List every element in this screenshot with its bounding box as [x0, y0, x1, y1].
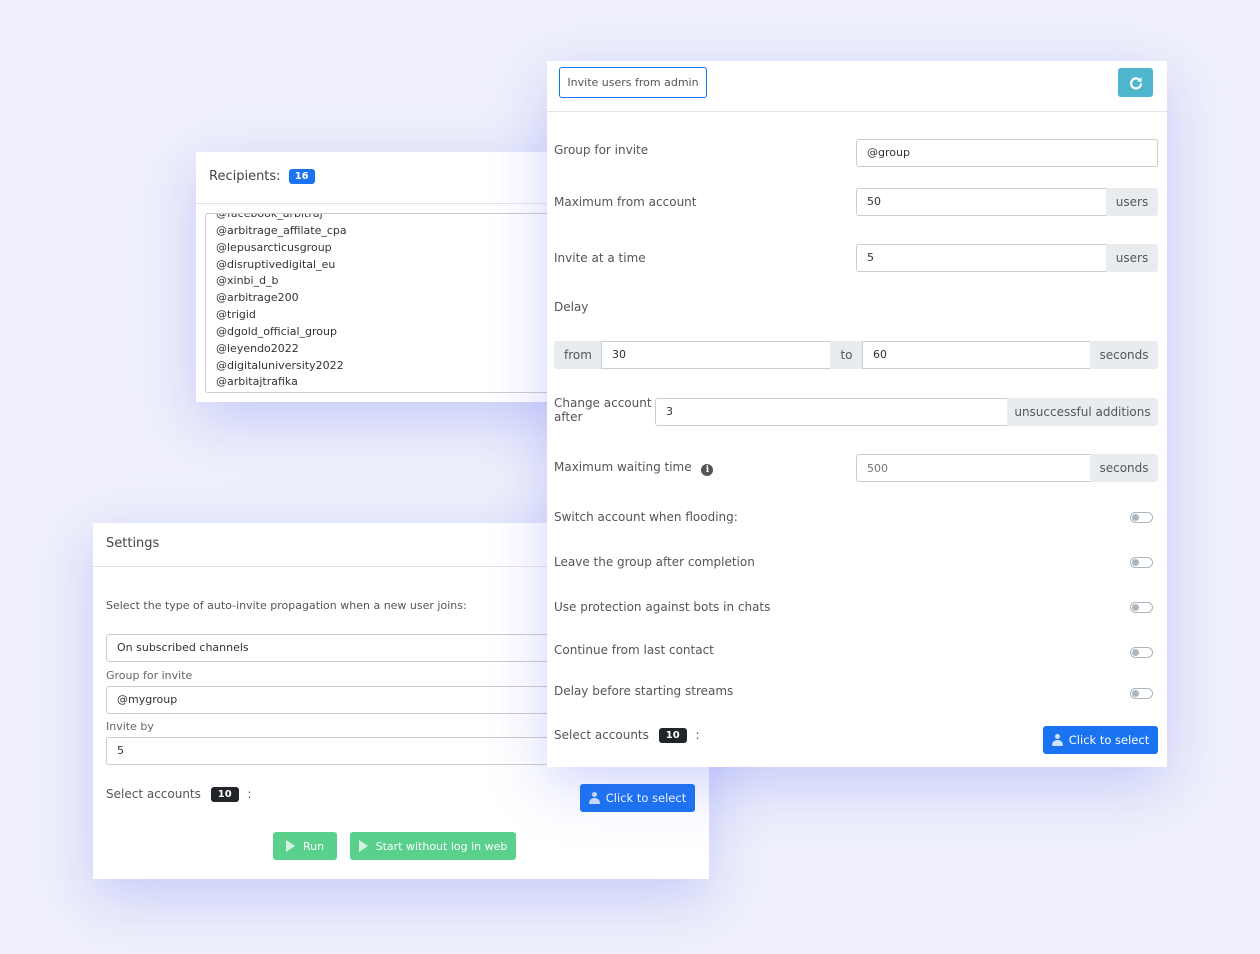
select-accounts-row: Select accounts 10 :: [554, 728, 700, 743]
max-waiting-time-input[interactable]: [856, 454, 1091, 482]
max-waiting-time-label: Maximum waiting time: [554, 460, 692, 474]
list-item: @trigid: [216, 308, 256, 322]
delay-from-input[interactable]: 30: [601, 341, 831, 369]
group-for-invite-input[interactable]: @mygroup: [106, 686, 566, 714]
select-accounts-label: Select accounts: [554, 728, 649, 742]
to-addon: to: [830, 341, 863, 369]
seconds-unit-addon: seconds: [1090, 341, 1158, 369]
invite-by-label: Invite by: [106, 720, 154, 733]
play-icon: [285, 840, 295, 852]
delay-streams-toggle[interactable]: [1130, 688, 1153, 699]
start-without-log-label: Start without log in web: [375, 839, 508, 853]
group-for-invite-label: Group for invite: [554, 143, 649, 157]
list-item: @lepusarcticusgroup: [216, 240, 332, 254]
run-button[interactable]: Run: [273, 832, 337, 860]
group-for-invite-input[interactable]: @group: [856, 139, 1158, 167]
users-unit-addon: users: [1106, 244, 1158, 272]
delay-label: Delay: [554, 300, 589, 314]
recipients-textarea[interactable]: @facebook_arbitraj @arbitrage_affilate_c…: [205, 213, 577, 393]
accounts-count-badge: 10: [658, 728, 687, 743]
tab-invite-users-from-admin[interactable]: Invite users from admin: [559, 67, 707, 98]
delay-streams-label: Delay before starting streams: [554, 684, 734, 698]
list-item: @leyendo2022: [216, 341, 299, 355]
info-icon[interactable]: i: [701, 464, 714, 476]
start-without-log-button[interactable]: Start without log in web: [350, 832, 516, 860]
unsuccessful-additions-addon: unsuccessful additions: [1007, 398, 1158, 426]
users-unit-addon: users: [1106, 188, 1158, 216]
list-item: @xinbi_d_b: [216, 274, 279, 288]
leave-group-label: Leave the group after completion: [554, 555, 755, 569]
recipients-title: Recipients: 16: [209, 169, 315, 184]
click-to-select-label: Click to select: [1068, 733, 1150, 747]
list-item: @facebook_arbitraj: [216, 213, 323, 220]
switch-flooding-toggle[interactable]: [1130, 512, 1153, 523]
invite-panel: Invite users from admin Group for invite…: [547, 61, 1167, 767]
change-account-label: Change account after: [554, 396, 652, 424]
settings-title: Settings: [106, 536, 160, 551]
continue-last-contact-toggle[interactable]: [1130, 647, 1153, 658]
switch-flooding-label: Switch account when flooding:: [554, 510, 738, 524]
recipients-count-badge: 16: [288, 169, 315, 184]
seconds-unit-addon: seconds: [1090, 454, 1158, 482]
list-item: @dgold_official_group: [216, 324, 337, 338]
leave-group-toggle[interactable]: [1130, 557, 1153, 568]
accounts-count-badge: 10: [210, 787, 239, 802]
bot-protection-label: Use protection against bots in chats: [554, 600, 771, 614]
select-accounts-colon: :: [247, 787, 252, 801]
run-label: Run: [302, 839, 325, 853]
click-to-select-button[interactable]: Click to select: [580, 784, 695, 812]
bot-protection-toggle[interactable]: [1130, 602, 1153, 613]
list-item: @arbitrage200: [216, 291, 299, 305]
click-to-select-label: Click to select: [605, 791, 687, 805]
select-accounts-colon: :: [695, 728, 700, 742]
list-item: @digitaluniversity2022: [216, 358, 344, 372]
refresh-button[interactable]: [1118, 68, 1153, 97]
list-item: @arbitajtrafika: [216, 375, 298, 389]
max-waiting-time-row: Maximum waiting time i: [554, 460, 714, 476]
select-accounts-row: Select accounts 10 :: [106, 787, 252, 802]
delay-to-input[interactable]: 60: [862, 341, 1091, 369]
propagation-select[interactable]: On subscribed channels: [106, 634, 566, 662]
play-icon: [358, 840, 368, 852]
group-for-invite-label: Group for invite: [106, 669, 193, 682]
from-addon: from: [554, 341, 602, 369]
list-item: @arbitrage_affilate_cpa: [216, 223, 347, 237]
recipients-panel: Recipients: 16 @facebook_arbitraj @arbit…: [196, 152, 577, 402]
propagation-prompt: Select the type of auto-invite propagati…: [106, 599, 467, 612]
click-to-select-button[interactable]: Click to select: [1043, 726, 1158, 754]
max-from-account-label: Maximum from account: [554, 195, 697, 209]
recipients-label: Recipients:: [209, 169, 281, 184]
refresh-icon: [1129, 76, 1142, 89]
invite-at-time-input[interactable]: 5: [856, 244, 1107, 272]
invite-at-time-label: Invite at a time: [554, 251, 646, 265]
max-from-account-input[interactable]: 50: [856, 188, 1107, 216]
user-icon: [588, 792, 600, 804]
recipients-header: Recipients: 16: [196, 152, 576, 204]
select-accounts-label: Select accounts: [106, 787, 201, 801]
list-item: @disruptivedigital_eu: [216, 257, 336, 271]
invite-header: Invite users from admin: [547, 61, 1167, 112]
continue-last-contact-label: Continue from last contact: [554, 643, 714, 657]
recipients-list: @facebook_arbitraj @arbitrage_affilate_c…: [216, 213, 347, 391]
invite-by-input[interactable]: 5: [106, 737, 566, 765]
change-account-input[interactable]: 3: [655, 398, 1008, 426]
user-icon: [1051, 734, 1063, 746]
